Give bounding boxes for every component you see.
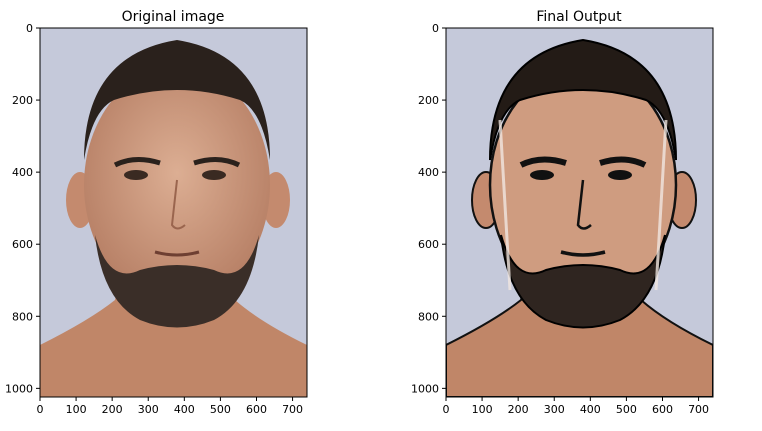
panel-title-original: Original image <box>122 9 225 25</box>
x-tick-label: 700 <box>688 403 709 416</box>
panel-original: Original image 0 100 200 300 400 500 600 <box>5 9 308 416</box>
y-tick-label: 200 <box>12 94 33 107</box>
x-axis-original: 0 100 200 300 400 500 600 700 <box>37 397 303 416</box>
portrait-image-final <box>446 28 713 397</box>
x-tick-label: 500 <box>616 403 637 416</box>
panel-title-final: Final Output <box>536 9 622 25</box>
x-axis-final: 0 100 200 300 400 500 600 700 <box>443 397 709 416</box>
x-tick-label: 400 <box>580 403 601 416</box>
x-tick-label: 100 <box>66 403 87 416</box>
x-tick-label: 600 <box>652 403 673 416</box>
x-tick-label: 700 <box>282 403 303 416</box>
y-tick-label: 600 <box>12 238 33 251</box>
y-axis-original: 0 200 400 600 800 1000 <box>5 22 40 395</box>
x-tick-label: 200 <box>102 403 123 416</box>
y-tick-label: 200 <box>418 94 439 107</box>
figure: Original image 0 100 200 300 400 500 600 <box>5 9 714 416</box>
y-tick-label: 1000 <box>5 382 33 395</box>
y-tick-label: 600 <box>418 238 439 251</box>
y-tick-label: 400 <box>418 166 439 179</box>
y-tick-label: 800 <box>418 310 439 323</box>
y-tick-label: 1000 <box>411 382 439 395</box>
x-tick-label: 0 <box>443 403 450 416</box>
x-tick-label: 100 <box>472 403 493 416</box>
x-tick-label: 200 <box>508 403 529 416</box>
y-tick-label: 0 <box>26 22 33 35</box>
y-tick-label: 400 <box>12 166 33 179</box>
x-tick-label: 300 <box>138 403 159 416</box>
y-tick-label: 0 <box>432 22 439 35</box>
y-axis-final: 0 200 400 600 800 1000 <box>411 22 446 395</box>
panel-final: Final Output 0 100 200 300 400 500 600 700 0 200… <box>411 9 714 416</box>
x-tick-label: 0 <box>37 403 44 416</box>
x-tick-label: 500 <box>210 403 231 416</box>
x-tick-label: 300 <box>544 403 565 416</box>
x-tick-label: 400 <box>174 403 195 416</box>
x-tick-label: 600 <box>246 403 267 416</box>
portrait-image-original <box>40 28 307 397</box>
y-tick-label: 800 <box>12 310 33 323</box>
